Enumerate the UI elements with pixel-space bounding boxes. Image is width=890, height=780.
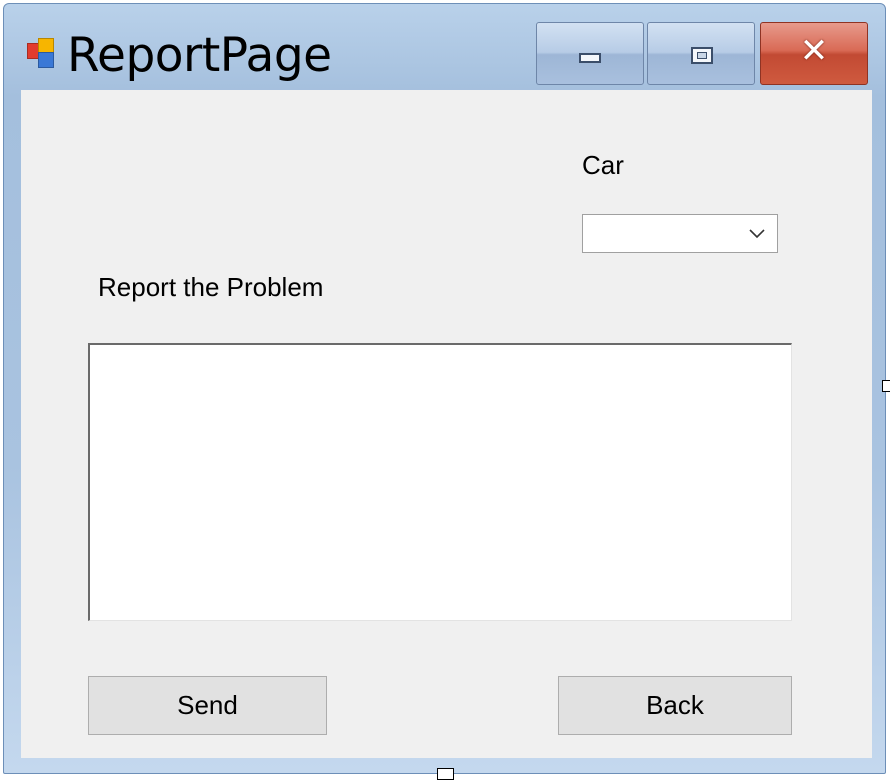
back-button[interactable]: Back (558, 676, 792, 735)
window-title: ReportPage (67, 28, 332, 83)
report-page-window: ReportPage ✕ Car Report the Problem Send… (3, 3, 886, 774)
title-bar[interactable]: ReportPage ✕ (4, 4, 885, 90)
close-icon: ✕ (799, 31, 829, 71)
windows-form-icon (26, 38, 60, 72)
maximize-button[interactable] (647, 22, 755, 85)
car-select[interactable] (582, 214, 778, 253)
car-label: Car (582, 150, 624, 180)
chevron-down-icon[interactable] (747, 224, 767, 242)
minimize-button[interactable] (536, 22, 644, 85)
maximize-icon (691, 47, 713, 64)
minimize-icon (579, 53, 601, 63)
form-client-area: Car Report the Problem Send Back (21, 90, 872, 758)
resize-handle-bottom[interactable] (437, 768, 454, 780)
close-button[interactable]: ✕ (760, 22, 868, 85)
report-problem-label: Report the Problem (98, 272, 324, 302)
report-textarea[interactable] (88, 343, 792, 621)
resize-handle-right[interactable] (882, 380, 890, 392)
send-button[interactable]: Send (88, 676, 327, 735)
